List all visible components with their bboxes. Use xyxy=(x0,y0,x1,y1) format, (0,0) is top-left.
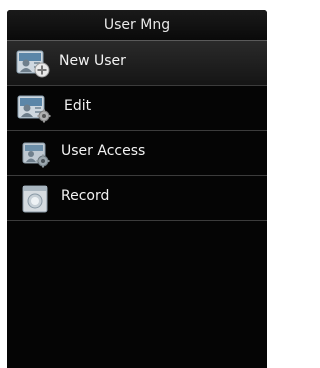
menu-item-label: New User xyxy=(59,53,126,69)
edit-user-icon xyxy=(15,94,53,124)
menu-item-new-user[interactable]: New User xyxy=(7,41,267,86)
device-screen: User Mng New User Edit User Access Recor… xyxy=(7,10,267,368)
menu-item-record[interactable]: Record xyxy=(7,176,267,221)
record-icon xyxy=(15,184,53,214)
menu-item-label: Record xyxy=(61,188,110,204)
title-bar: User Mng xyxy=(7,10,267,41)
add-user-icon xyxy=(15,49,53,79)
user-access-icon xyxy=(15,139,53,169)
menu-item-label: User Access xyxy=(61,143,146,159)
menu-item-label: Edit xyxy=(64,98,92,114)
menu-item-edit[interactable]: Edit xyxy=(7,86,267,131)
page-title: User Mng xyxy=(103,17,171,33)
menu-list: New User Edit User Access Record xyxy=(7,41,267,221)
menu-item-user-access[interactable]: User Access xyxy=(7,131,267,176)
